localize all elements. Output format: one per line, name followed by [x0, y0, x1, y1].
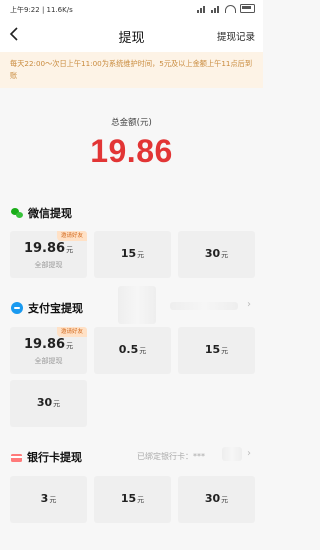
wechat-icon [11, 207, 23, 219]
option-amount: 15元 [120, 247, 145, 260]
option-amount: 19.86元 [23, 241, 74, 256]
alipay-option-all[interactable]: 邀请好友 19.86元 全部提现 [10, 327, 87, 374]
blurred-account-text [170, 302, 238, 310]
network-speed: 11.6K/s [46, 6, 73, 14]
option-amount: 30元 [204, 247, 229, 260]
wechat-option-30[interactable]: 30元 [178, 231, 255, 278]
maintenance-notice: 每天22:00～次日上午11:00为系统维护时间，5元及以上金额上午11点后到账 [0, 52, 263, 88]
invite-badge: 邀请好友 [56, 327, 87, 337]
bank-option-15[interactable]: 15元 [94, 476, 171, 523]
alipay-section-header: 支付宝提现 [11, 300, 83, 316]
wechat-section-title: 微信提现 [28, 207, 72, 220]
withdraw-record-link[interactable]: 提现记录 [217, 29, 255, 43]
bank-section-header: 银行卡提现 [11, 449, 82, 465]
alipay-section-title: 支付宝提现 [28, 302, 83, 315]
alipay-option-15[interactable]: 15元 [178, 327, 255, 374]
bank-option-3[interactable]: 3元 [10, 476, 87, 523]
bank-chevron-right-icon[interactable]: › [247, 448, 251, 459]
option-sub-label: 全部提现 [34, 261, 63, 269]
nav-bar: 提现 提现记录 [0, 18, 263, 52]
alipay-icon [11, 302, 23, 314]
bank-card-icon [11, 454, 22, 462]
option-amount: 3元 [40, 492, 57, 505]
signal-icon [197, 5, 207, 13]
battery-icon [240, 4, 255, 13]
option-amount: 30元 [204, 492, 229, 505]
option-amount: 19.86元 [23, 337, 74, 352]
invite-badge: 邀请好友 [56, 231, 87, 241]
option-amount: 0.5元 [118, 343, 147, 356]
status-time: 上午9:22 | 11.6K/s [10, 6, 73, 14]
option-amount: 15元 [120, 492, 145, 505]
alipay-option-30[interactable]: 30元 [10, 380, 87, 427]
wifi-icon [225, 4, 236, 13]
option-amount: 15元 [204, 343, 229, 356]
wechat-section-header: 微信提现 [11, 205, 72, 221]
status-bar: 上午9:22 | 11.6K/s [0, 0, 263, 18]
alipay-option-0.5[interactable]: 0.5元 [94, 327, 171, 374]
wechat-option-all[interactable]: 邀请好友 19.86元 全部提现 [10, 231, 87, 278]
total-amount-label: 总金额(元) [111, 118, 152, 128]
clock: 上午9:22 [10, 6, 40, 14]
total-amount-value: 19.86 [90, 133, 173, 169]
option-amount: 30元 [36, 396, 61, 409]
blurred-account-region [118, 286, 156, 324]
bank-section-title: 银行卡提现 [27, 451, 82, 464]
signal-icon-2 [211, 5, 221, 13]
bound-card-info[interactable]: 已绑定银行卡：*** [137, 451, 205, 462]
option-sub-label: 全部提现 [34, 357, 63, 365]
bank-option-30[interactable]: 30元 [178, 476, 255, 523]
status-icons [197, 4, 255, 13]
wechat-option-15[interactable]: 15元 [94, 231, 171, 278]
alipay-chevron-right-icon[interactable]: › [247, 299, 251, 310]
blurred-card-number [222, 447, 242, 461]
